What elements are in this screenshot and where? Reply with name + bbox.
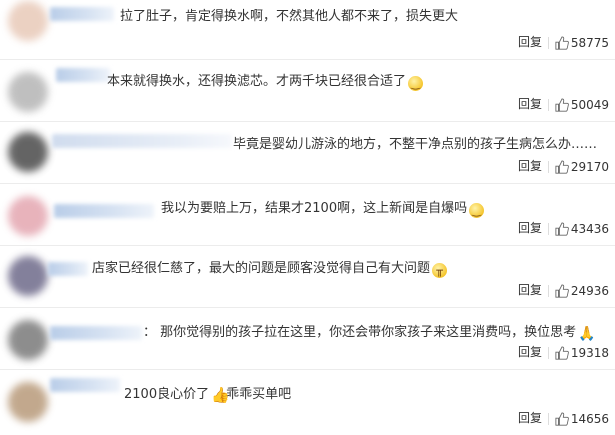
thumbs-up-icon	[555, 98, 569, 112]
like-count: 43436	[570, 222, 609, 236]
like-button[interactable]: 24936	[555, 284, 609, 298]
comment-text: 毕竟是婴幼儿游泳的地方，不整干净点别的孩子生病怎么办……	[233, 136, 597, 154]
username[interactable]	[50, 326, 142, 340]
comment-item: 我以为要赔上万，结果才2100啊，这上新闻是自爆吗 ‿ 回复 43436	[0, 184, 615, 246]
avatar[interactable]	[8, 132, 48, 172]
crying-emoji-icon: ╥	[432, 263, 448, 278]
like-count: 50049	[570, 98, 609, 112]
comment-body: 毕竟是婴幼儿游泳的地方，不整干净点别的孩子生病怎么办……	[233, 137, 598, 152]
reply-button[interactable]: 回复	[518, 409, 542, 426]
comment-body: 拉了肚子，肯定得换水啊，不然其他人都不来了，损失更大	[120, 9, 459, 24]
reply-button[interactable]: 回复	[518, 343, 542, 360]
avatar[interactable]	[8, 196, 48, 236]
comment-body: 2100良心价了	[124, 387, 210, 402]
comment-item: 拉了肚子，肯定得换水啊，不然其他人都不来了，损失更大 回复 58775	[0, 0, 615, 60]
divider	[548, 413, 549, 425]
reply-button[interactable]: 回复	[518, 157, 542, 174]
username[interactable]	[50, 7, 114, 21]
comment-body: 我以为要赔上万，结果才2100啊，这上新闻是自爆吗	[161, 201, 468, 216]
thumbs-up-icon	[555, 284, 569, 298]
comment-text: 本来就得换水，还得换滤芯。才两千块已经很合适了 ‿	[107, 73, 424, 91]
comment-item: 本来就得换水，还得换滤芯。才两千块已经很合适了 ‿ 回复 50049	[0, 60, 615, 122]
thumbs-up-icon	[555, 346, 569, 360]
comment-text: 我以为要赔上万，结果才2100啊，这上新闻是自爆吗 ‿	[161, 200, 485, 218]
comment-text: 店家已经很仁慈了，最大的问题是顾客没觉得自己有大问题 ╥	[92, 260, 448, 278]
divider	[548, 161, 549, 173]
thumbs-up-icon	[555, 412, 569, 426]
comment-text: ： 那你觉得别的孩子拉在这里，你还会带你家孩子来这里消费吗，换位思考 🙏	[143, 324, 596, 342]
like-count: 24936	[570, 284, 609, 298]
divider	[548, 347, 549, 359]
avatar[interactable]	[8, 1, 48, 41]
comment-item: 2100良心价了 👍乖乖买单吧 回复 14656	[0, 370, 615, 435]
comment-text: 拉了肚子，肯定得换水啊，不然其他人都不来了，损失更大	[120, 8, 458, 26]
avatar[interactable]	[8, 256, 48, 296]
comment-item: 店家已经很仁慈了，最大的问题是顾客没觉得自己有大问题 ╥ 回复 24936	[0, 246, 615, 308]
praying-hands-icon: 🙏	[578, 326, 596, 342]
username[interactable]	[52, 134, 232, 148]
divider	[548, 37, 549, 49]
divider	[548, 285, 549, 297]
avatar[interactable]	[8, 320, 48, 360]
divider	[548, 99, 549, 111]
like-button[interactable]: 58775	[555, 36, 609, 50]
like-count: 29170	[570, 160, 609, 174]
comment-body: 本来就得换水，还得换滤芯。才两千块已经很合适了	[107, 74, 407, 89]
username[interactable]	[50, 378, 120, 392]
comment-item: ： 那你觉得别的孩子拉在这里，你还会带你家孩子来这里消费吗，换位思考 🙏 回复 1…	[0, 308, 615, 370]
thumbs-up-icon	[555, 36, 569, 50]
like-button[interactable]: 50049	[555, 98, 609, 112]
comment-body: 店家已经很仁慈了，最大的问题是顾客没觉得自己有大问题	[92, 261, 431, 276]
like-count: 58775	[570, 36, 609, 50]
comment-body: ： 那你觉得别的孩子拉在这里，你还会带你家孩子来这里消费吗，换位思考	[143, 325, 577, 340]
like-button[interactable]: 29170	[555, 160, 609, 174]
smile-emoji-icon: ‿	[469, 203, 485, 218]
thumbs-up-icon	[555, 160, 569, 174]
like-count: 14656	[570, 412, 609, 426]
username[interactable]	[48, 262, 88, 276]
thumbs-up-emoji-icon: 👍	[211, 386, 230, 404]
username[interactable]	[56, 68, 110, 82]
divider	[548, 223, 549, 235]
like-button[interactable]: 43436	[555, 222, 609, 236]
smile-emoji-icon: ‿	[408, 76, 424, 91]
like-button[interactable]: 14656	[555, 412, 609, 426]
thumbs-up-icon	[555, 222, 569, 236]
reply-button[interactable]: 回复	[518, 219, 542, 236]
reply-button[interactable]: 回复	[518, 33, 542, 50]
comment-body-2: 乖乖买单吧	[226, 387, 292, 402]
reply-button[interactable]: 回复	[518, 281, 542, 298]
comment-item: 毕竟是婴幼儿游泳的地方，不整干净点别的孩子生病怎么办…… 回复 29170	[0, 122, 615, 184]
reply-button[interactable]: 回复	[518, 95, 542, 112]
username[interactable]	[54, 204, 154, 218]
comment-text: 2100良心价了 👍乖乖买单吧	[124, 386, 291, 404]
like-count: 19318	[570, 346, 609, 360]
like-button[interactable]: 19318	[555, 346, 609, 360]
avatar[interactable]	[8, 382, 48, 422]
avatar[interactable]	[8, 72, 48, 112]
